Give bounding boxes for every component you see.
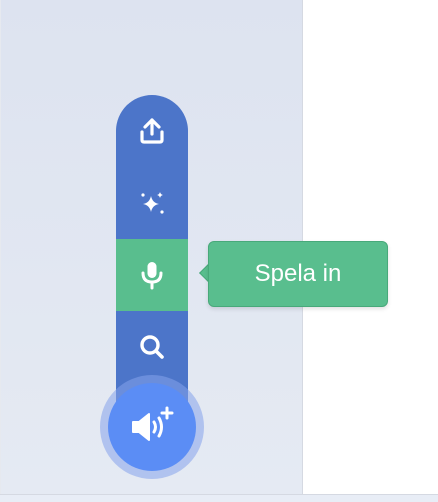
microphone-icon (141, 262, 163, 290)
upload-icon (140, 118, 164, 144)
bottom-strip (0, 494, 438, 502)
sparkles-icon (141, 192, 164, 214)
choose-sound-button[interactable] (108, 383, 196, 471)
tooltip-label: Spela in (254, 260, 342, 287)
search-icon (140, 335, 164, 359)
surprise-sound-button[interactable] (116, 167, 188, 239)
speaker-add-icon (132, 406, 174, 441)
record-tooltip: Spela in (208, 241, 388, 307)
upload-sound-button[interactable] (116, 95, 188, 167)
search-sound-button[interactable] (116, 311, 188, 383)
record-sound-button[interactable] (116, 239, 188, 311)
